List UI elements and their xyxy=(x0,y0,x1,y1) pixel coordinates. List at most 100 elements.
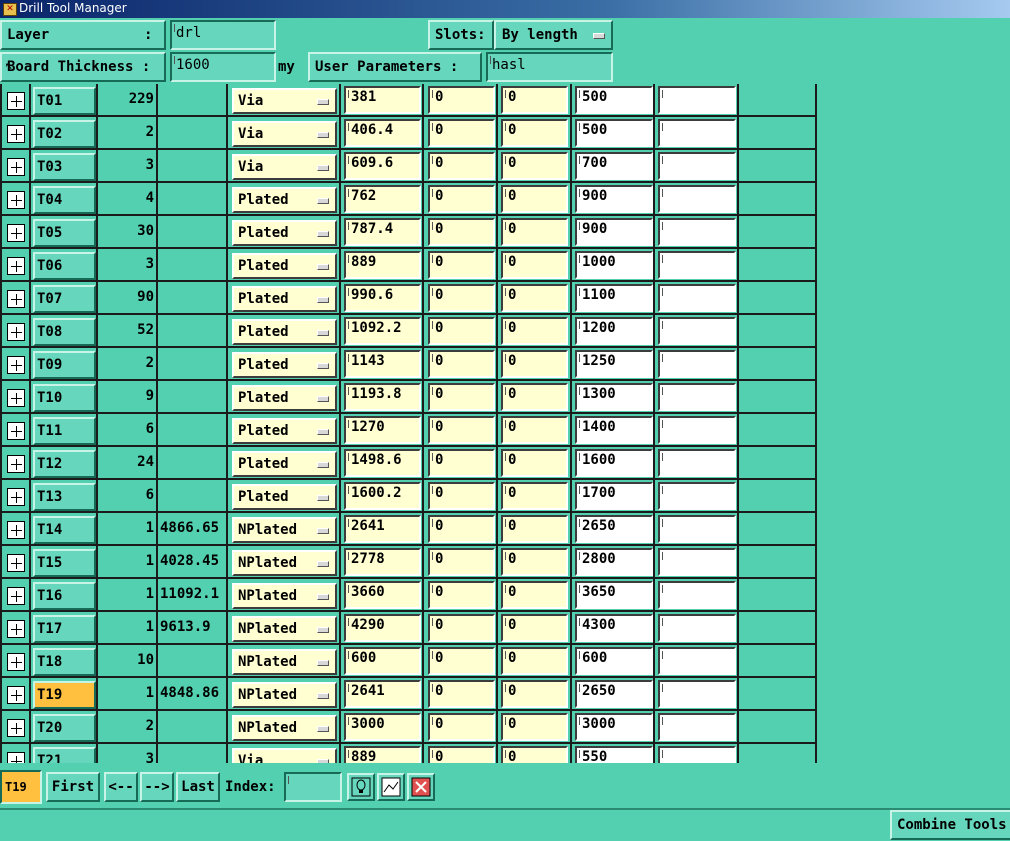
tool-button[interactable]: T20 xyxy=(33,714,96,742)
expand-icon[interactable] xyxy=(7,620,25,638)
drill-size-field[interactable]: 889 xyxy=(344,251,421,279)
finished-size-field[interactable]: 3000 xyxy=(575,713,653,741)
expand-icon[interactable] xyxy=(7,719,25,737)
tool-button[interactable]: T14 xyxy=(33,516,96,544)
hole-type-dropdown[interactable]: NPlated xyxy=(232,616,337,642)
index-input[interactable] xyxy=(284,772,342,802)
lightbulb-icon-button[interactable] xyxy=(347,773,375,801)
finished-size-field[interactable]: 1250 xyxy=(575,350,653,378)
expand-icon[interactable] xyxy=(7,323,25,341)
extra-parameter-field[interactable] xyxy=(658,383,736,411)
tool-button[interactable]: T16 xyxy=(33,582,96,610)
drill-size-field[interactable]: 1498.6 xyxy=(344,449,421,477)
expand-icon[interactable] xyxy=(7,158,25,176)
drill-size-field[interactable]: 1270 xyxy=(344,416,421,444)
plus-tolerance-field[interactable]: 0 xyxy=(428,647,495,675)
hole-type-dropdown[interactable]: NPlated xyxy=(232,715,337,741)
finished-size-field[interactable]: 1100 xyxy=(575,284,653,312)
plus-tolerance-field[interactable]: 0 xyxy=(428,614,495,642)
minus-tolerance-field[interactable]: 0 xyxy=(501,647,568,675)
tool-button[interactable]: T15 xyxy=(33,549,96,577)
finished-size-field[interactable]: 500 xyxy=(575,119,653,147)
expand-icon[interactable] xyxy=(7,488,25,506)
minus-tolerance-field[interactable]: 0 xyxy=(501,449,568,477)
finished-size-field[interactable]: 1200 xyxy=(575,317,653,345)
tool-button[interactable]: T21 xyxy=(33,747,96,763)
hole-type-dropdown[interactable]: NPlated xyxy=(232,649,337,675)
drill-size-field[interactable]: 1143 xyxy=(344,350,421,378)
minus-tolerance-field[interactable]: 0 xyxy=(501,317,568,345)
plus-tolerance-field[interactable]: 0 xyxy=(428,449,495,477)
drill-size-field[interactable]: 381 xyxy=(344,86,421,114)
plus-tolerance-field[interactable]: 0 xyxy=(428,350,495,378)
minus-tolerance-field[interactable]: 0 xyxy=(501,581,568,609)
plus-tolerance-field[interactable]: 0 xyxy=(428,251,495,279)
minus-tolerance-field[interactable]: 0 xyxy=(501,383,568,411)
finished-size-field[interactable]: 1300 xyxy=(575,383,653,411)
minus-tolerance-field[interactable]: 0 xyxy=(501,482,568,510)
extra-parameter-field[interactable] xyxy=(658,251,736,279)
hole-type-dropdown[interactable]: Plated xyxy=(232,385,337,411)
plus-tolerance-field[interactable]: 0 xyxy=(428,284,495,312)
plus-tolerance-field[interactable]: 0 xyxy=(428,152,495,180)
hole-type-dropdown[interactable]: NPlated xyxy=(232,550,337,576)
tool-button[interactable]: T01 xyxy=(33,87,96,115)
hole-type-dropdown[interactable]: Via xyxy=(232,154,337,180)
drill-size-field[interactable]: 1600.2 xyxy=(344,482,421,510)
minus-tolerance-field[interactable]: 0 xyxy=(501,713,568,741)
drill-size-field[interactable]: 2641 xyxy=(344,680,421,708)
expand-icon[interactable] xyxy=(7,587,25,605)
drill-size-field[interactable]: 406.4 xyxy=(344,119,421,147)
tool-button[interactable]: T10 xyxy=(33,384,96,412)
expand-icon[interactable] xyxy=(7,554,25,572)
plus-tolerance-field[interactable]: 0 xyxy=(428,746,495,763)
drill-size-field[interactable]: 762 xyxy=(344,185,421,213)
drill-size-field[interactable]: 609.6 xyxy=(344,152,421,180)
drill-size-field[interactable]: 889 xyxy=(344,746,421,763)
plus-tolerance-field[interactable]: 0 xyxy=(428,416,495,444)
hole-type-dropdown[interactable]: NPlated xyxy=(232,682,337,708)
plus-tolerance-field[interactable]: 0 xyxy=(428,383,495,411)
minus-tolerance-field[interactable]: 0 xyxy=(501,251,568,279)
plus-tolerance-field[interactable]: 0 xyxy=(428,515,495,543)
minus-tolerance-field[interactable]: 0 xyxy=(501,614,568,642)
minus-tolerance-field[interactable]: 0 xyxy=(501,746,568,763)
finished-size-field[interactable]: 1600 xyxy=(575,449,653,477)
drill-size-field[interactable]: 1193.8 xyxy=(344,383,421,411)
extra-parameter-field[interactable] xyxy=(658,119,736,147)
hole-type-dropdown[interactable]: Via xyxy=(232,88,337,114)
extra-parameter-field[interactable] xyxy=(658,86,736,114)
finished-size-field[interactable]: 3650 xyxy=(575,581,653,609)
drill-size-field[interactable]: 1092.2 xyxy=(344,317,421,345)
expand-icon[interactable] xyxy=(7,521,25,539)
hole-type-dropdown[interactable]: NPlated xyxy=(232,583,337,609)
hole-type-dropdown[interactable]: Plated xyxy=(232,286,337,312)
extra-parameter-field[interactable] xyxy=(658,548,736,576)
minus-tolerance-field[interactable]: 0 xyxy=(501,152,568,180)
hole-type-dropdown[interactable]: Plated xyxy=(232,253,337,279)
minus-tolerance-field[interactable]: 0 xyxy=(501,119,568,147)
layer-input[interactable]: drl xyxy=(170,20,276,50)
minus-tolerance-field[interactable]: 0 xyxy=(501,86,568,114)
plus-tolerance-field[interactable]: 0 xyxy=(428,713,495,741)
extra-parameter-field[interactable] xyxy=(658,746,736,763)
delete-icon-button[interactable] xyxy=(407,773,435,801)
hole-type-dropdown[interactable]: Via xyxy=(232,121,337,147)
hole-type-dropdown[interactable]: Via xyxy=(232,748,337,763)
hole-type-dropdown[interactable]: NPlated xyxy=(232,517,337,543)
extra-parameter-field[interactable] xyxy=(658,284,736,312)
minus-tolerance-field[interactable]: 0 xyxy=(501,680,568,708)
extra-parameter-field[interactable] xyxy=(658,218,736,246)
plus-tolerance-field[interactable]: 0 xyxy=(428,86,495,114)
drill-size-field[interactable]: 787.4 xyxy=(344,218,421,246)
expand-icon[interactable] xyxy=(7,257,25,275)
expand-icon[interactable] xyxy=(7,752,25,763)
drill-size-field[interactable]: 4290 xyxy=(344,614,421,642)
finished-size-field[interactable]: 900 xyxy=(575,218,653,246)
tool-button[interactable]: T09 xyxy=(33,351,96,379)
extra-parameter-field[interactable] xyxy=(658,680,736,708)
minus-tolerance-field[interactable]: 0 xyxy=(501,416,568,444)
tool-button[interactable]: T18 xyxy=(33,648,96,676)
drill-size-field[interactable]: 600 xyxy=(344,647,421,675)
expand-icon[interactable] xyxy=(7,92,25,110)
